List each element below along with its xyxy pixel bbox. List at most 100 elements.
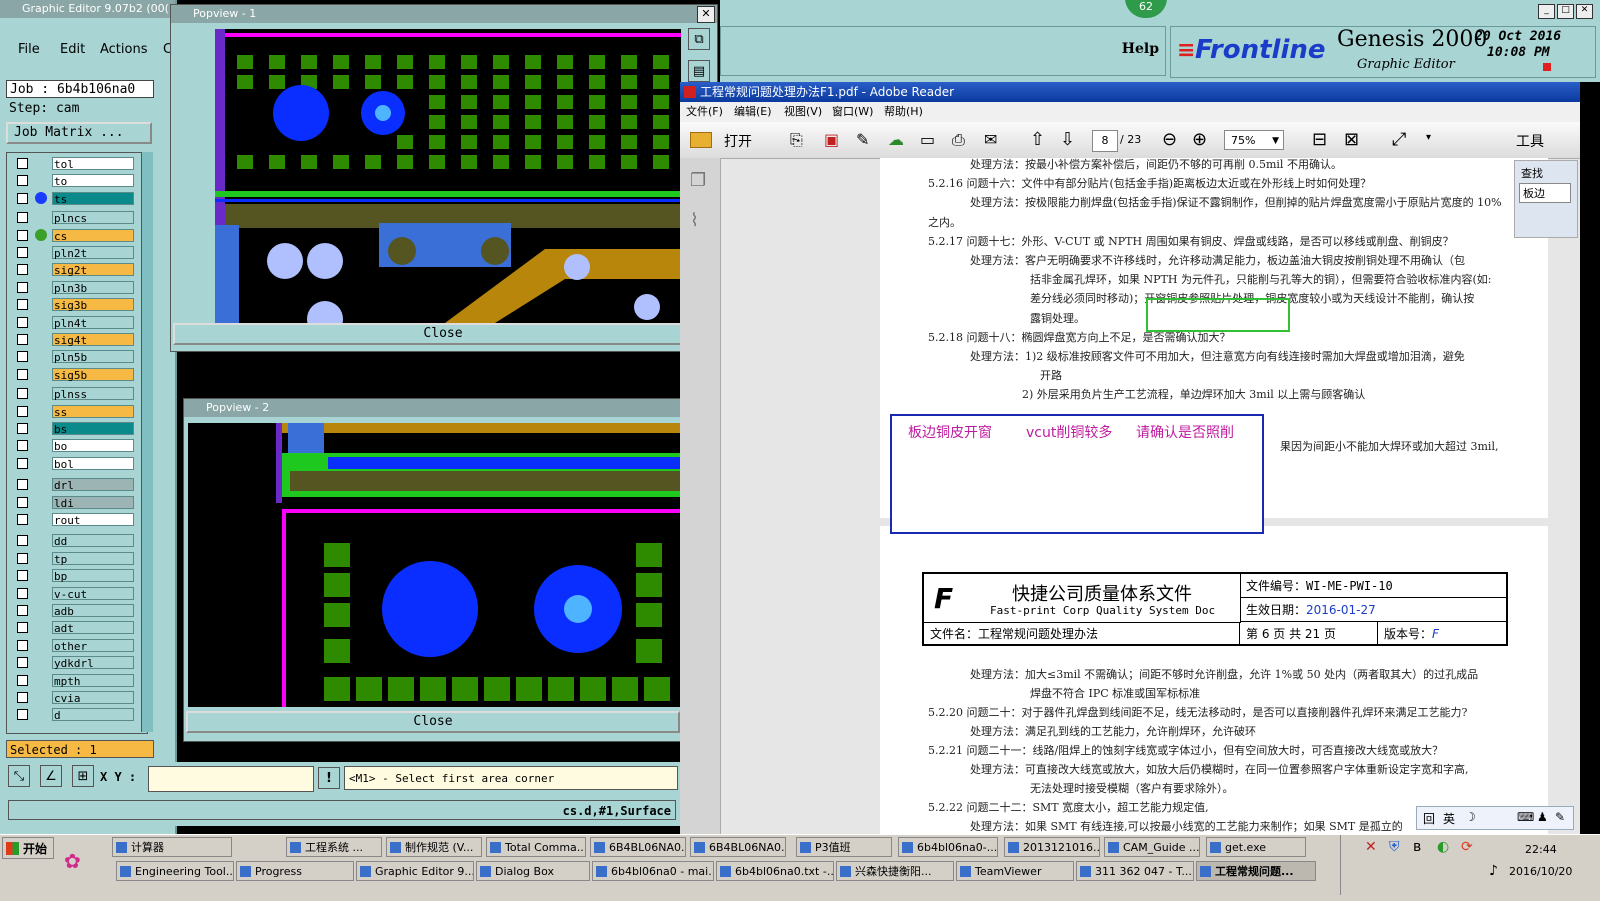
window-icon[interactable]: ⧉: [688, 28, 710, 50]
layer-checkbox[interactable]: [17, 264, 28, 276]
layer-scrollbar[interactable]: [141, 152, 153, 732]
close-icon[interactable]: ✕: [1576, 4, 1593, 19]
taskbar-button[interactable]: 工程常规问题...: [1196, 861, 1316, 881]
taskbar-button[interactable]: Dialog Box: [476, 861, 590, 881]
popview-2-canvas[interactable]: [188, 423, 680, 707]
taskbar-button[interactable]: Total Comma...: [486, 837, 586, 857]
layer-row-ss[interactable]: ss: [17, 404, 135, 419]
measure-icon[interactable]: ∠: [40, 765, 62, 787]
layer-row-dd[interactable]: dd: [17, 534, 135, 548]
taskbar-button[interactable]: 311 362 047 - T...: [1076, 861, 1194, 881]
start-button[interactable]: 开始: [2, 837, 54, 859]
layer-name[interactable]: adb: [52, 604, 134, 618]
layer-checkbox[interactable]: [17, 299, 28, 311]
layer-name[interactable]: v-cut: [52, 586, 134, 601]
layer-row-rout[interactable]: rout: [17, 513, 135, 527]
help-button[interactable]: Help: [1122, 41, 1159, 57]
layer-row-sig4t[interactable]: sig4t: [17, 333, 135, 347]
layer-row-to[interactable]: to: [17, 174, 135, 188]
attachments-icon[interactable]: ⌇: [690, 210, 699, 231]
layer-name[interactable]: bs: [52, 422, 134, 436]
layer-name[interactable]: other: [52, 638, 134, 653]
layer-row-pln2t[interactable]: pln2t: [17, 246, 135, 260]
reader-menu-file[interactable]: 文件(F): [686, 102, 723, 122]
combine-icon[interactable]: ▣: [824, 130, 839, 149]
layer-row-tol[interactable]: tol: [17, 157, 135, 171]
fit-page-icon[interactable]: ⊟: [1312, 129, 1327, 150]
layer-name[interactable]: pln2t: [52, 246, 134, 260]
layer-row-adt[interactable]: adt: [17, 621, 135, 635]
flower-icon[interactable]: ✿: [64, 849, 81, 873]
layer-name[interactable]: pln5b: [52, 350, 134, 364]
popview-1-close-icon[interactable]: ✕: [697, 6, 715, 23]
layer-name[interactable]: plncs: [52, 211, 134, 225]
zoom-out-icon[interactable]: ⊖: [1162, 129, 1177, 150]
layer-name[interactable]: bp: [52, 569, 134, 583]
layer-row-bs[interactable]: bs: [17, 422, 135, 436]
user-icon[interactable]: ♟: [1537, 810, 1548, 824]
reader-menu-window[interactable]: 窗口(W): [832, 102, 873, 122]
taskbar-button[interactable]: 兴森快捷衡阳...: [836, 861, 954, 881]
taskbar-button[interactable]: 计算器: [112, 837, 232, 857]
layer-row-plncs[interactable]: plncs: [17, 211, 135, 225]
open-button[interactable]: 打开: [724, 131, 752, 151]
taskbar-button[interactable]: Progress: [236, 861, 354, 881]
moon-icon[interactable]: ☽: [1465, 810, 1476, 824]
layer-checkbox[interactable]: [17, 423, 28, 434]
open-folder-icon[interactable]: [690, 132, 712, 148]
ime-mode[interactable]: 英: [1443, 810, 1455, 827]
layer-checkbox[interactable]: [17, 192, 28, 204]
taskbar-button[interactable]: CAM_Guide ...: [1104, 837, 1200, 857]
layer-name[interactable]: ts: [52, 191, 134, 206]
layer-checkbox[interactable]: [17, 247, 28, 258]
layer-checkbox[interactable]: [17, 212, 28, 224]
layer-checkbox[interactable]: [17, 405, 28, 417]
layer-checkbox[interactable]: [17, 639, 28, 651]
layer-checkbox[interactable]: [17, 281, 28, 293]
taskbar-button[interactable]: 6B4BL06NA0...: [590, 837, 686, 857]
print-icon[interactable]: ⎙: [952, 130, 965, 150]
layer-checkbox[interactable]: [17, 158, 28, 169]
layer-name[interactable]: rout: [52, 513, 134, 527]
layer-row-bo[interactable]: bo: [17, 439, 135, 453]
layer-checkbox[interactable]: [17, 587, 28, 599]
reader-menu-help[interactable]: 帮助(H): [884, 102, 923, 122]
zoom-select[interactable]: 75% ▼: [1224, 130, 1284, 150]
layer-name[interactable]: tp: [52, 551, 134, 566]
taskbar-button[interactable]: 制作规范 (V...: [386, 837, 482, 857]
taskbar-button[interactable]: 2013121016...: [1004, 837, 1100, 857]
layer-name[interactable]: ydkdrl: [52, 656, 134, 670]
layer-name[interactable]: ldi: [52, 495, 134, 510]
layer-checkbox[interactable]: [17, 496, 28, 508]
layer-row-v-cut[interactable]: v-cut: [17, 586, 135, 601]
layer-row-ydkdrl[interactable]: ydkdrl: [17, 656, 135, 670]
layer-checkbox[interactable]: [17, 440, 28, 452]
layer-name[interactable]: sig4t: [52, 333, 134, 347]
layer-name[interactable]: cs: [52, 228, 134, 243]
page-number-input[interactable]: 8: [1092, 130, 1118, 152]
zoom-area-icon[interactable]: ⤡: [8, 765, 30, 787]
shield-icon[interactable]: ⛨: [1389, 839, 1400, 855]
taskbar-button[interactable]: 6b4bl06na0.txt -...: [716, 861, 834, 881]
layer-row-drl[interactable]: drl: [17, 478, 135, 492]
layer-checkbox[interactable]: [17, 316, 28, 328]
taskbar-button[interactable]: P3值班: [796, 837, 892, 857]
menu-edit[interactable]: Edit: [60, 42, 85, 57]
menu-actions[interactable]: Actions: [100, 42, 148, 57]
taskbar-button[interactable]: 6b4bl06na0-...: [898, 837, 998, 857]
layer-name[interactable]: bol: [52, 456, 134, 471]
job-matrix-button[interactable]: Job Matrix ...: [6, 122, 152, 144]
taskbar-button[interactable]: 6b4bl06na0 - mai...: [592, 861, 714, 881]
layer-row-sig5b[interactable]: sig5b: [17, 367, 135, 382]
layer-checkbox[interactable]: [17, 622, 28, 634]
layer-checkbox[interactable]: [17, 657, 28, 669]
pages-panel-icon[interactable]: ❐: [690, 170, 706, 191]
layer-checkbox[interactable]: [17, 479, 28, 491]
layer-name[interactable]: sig2t: [52, 263, 134, 277]
cross-icon[interactable]: ✕: [1365, 839, 1377, 855]
create-pdf-icon[interactable]: ⎘: [790, 130, 803, 150]
layer-row-cvia[interactable]: cvia: [17, 691, 135, 705]
layer-checkbox[interactable]: [17, 605, 28, 616]
layer-checkbox[interactable]: [17, 175, 28, 187]
layer-checkbox[interactable]: [17, 514, 28, 525]
